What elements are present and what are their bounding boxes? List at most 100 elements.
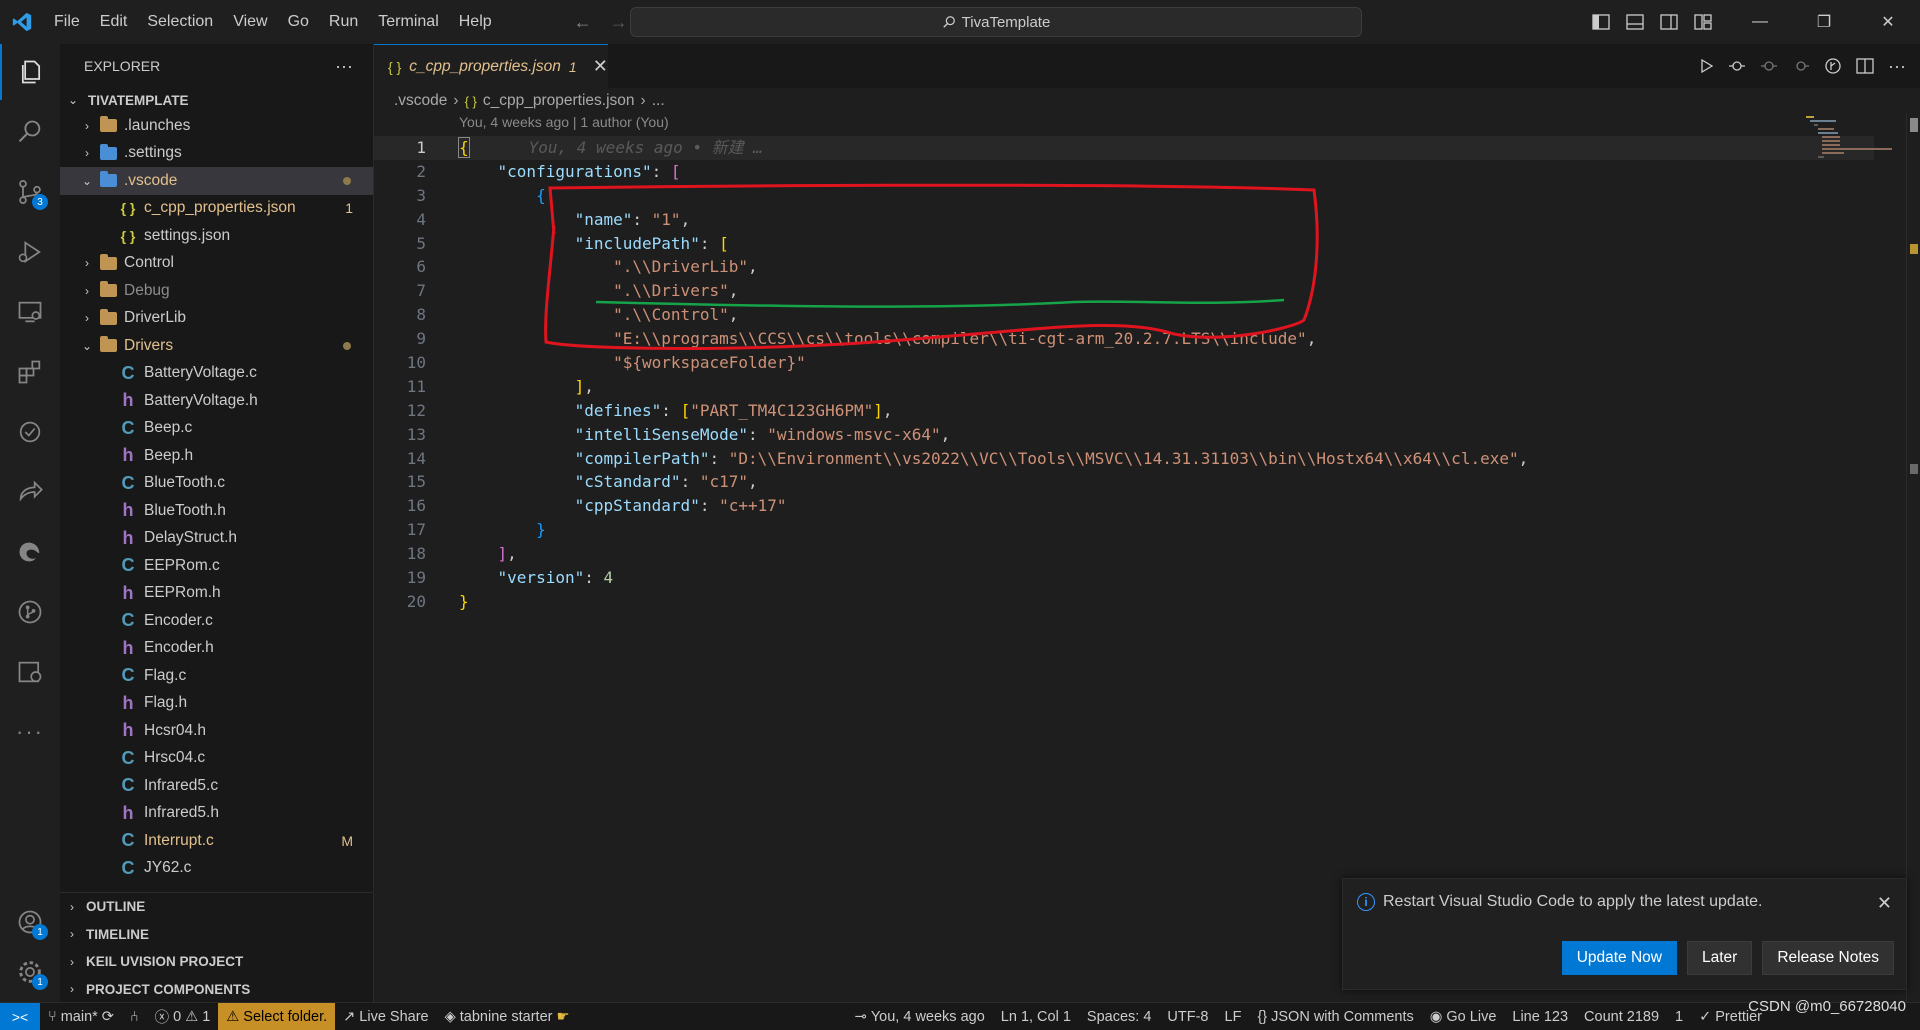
tree-item[interactable]: C Interrupt.c M — [60, 827, 373, 855]
tree-item[interactable]: { } settings.json — [60, 222, 373, 250]
tree-item[interactable]: ⌄ .vscode — [60, 167, 373, 195]
toggle-panel-icon[interactable] — [1626, 14, 1660, 30]
git-history-icon[interactable] — [1824, 57, 1842, 75]
tree-item[interactable]: C Encoder.c — [60, 607, 373, 635]
later-button[interactable]: Later — [1686, 941, 1753, 975]
blame-status[interactable]: ⊸ You, 4 weeks ago — [847, 1003, 993, 1030]
git-graph-icon[interactable] — [0, 584, 60, 640]
code-line[interactable]: 20} — [374, 590, 1874, 614]
search-view-icon[interactable] — [0, 104, 60, 160]
vertical-scrollbar[interactable] — [1906, 114, 1920, 1002]
testing-icon[interactable] — [0, 404, 60, 460]
code-line[interactable]: 19 "version": 4 — [374, 566, 1874, 590]
indentation[interactable]: Spaces: 4 — [1079, 1003, 1160, 1030]
tree-item[interactable]: h BlueTooth.h — [60, 497, 373, 525]
tree-item[interactable]: C BatteryVoltage.c — [60, 360, 373, 388]
select-folder-item[interactable]: ⚠ Select folder. — [218, 1002, 336, 1030]
tree-item[interactable]: C Beep.c — [60, 415, 373, 443]
more-views-icon[interactable]: ··· — [0, 704, 60, 760]
branch-indicator[interactable]: ⑂ main* ⟳ — [40, 1003, 122, 1030]
remote-indicator[interactable]: >< — [0, 1002, 40, 1030]
encoding[interactable]: UTF-8 — [1159, 1003, 1216, 1030]
line-count[interactable]: Line 123 — [1504, 1003, 1576, 1030]
tree-item[interactable]: h Hcsr04.h — [60, 717, 373, 745]
menu-file[interactable]: File — [44, 0, 90, 44]
tree-item[interactable]: › .settings — [60, 140, 373, 168]
problems-indicator[interactable]: ⓧ 0 ⚠ 1 — [147, 1003, 219, 1030]
project-manager-icon[interactable] — [0, 644, 60, 700]
manage-gear-icon[interactable]: 1 — [0, 944, 60, 1000]
language-mode[interactable]: {} JSON with Comments — [1249, 1003, 1421, 1030]
more-actions-icon[interactable]: ··· — [1888, 56, 1906, 77]
tabnine-item[interactable]: ◈ tabnine starter ☛ — [437, 1003, 578, 1030]
tree-item[interactable]: C Flag.c — [60, 662, 373, 690]
tree-item[interactable]: h BatteryVoltage.h — [60, 387, 373, 415]
tree-item[interactable]: › Debug — [60, 277, 373, 305]
close-window-icon[interactable]: ✕ — [1856, 12, 1920, 32]
toggle-secondary-sidebar-icon[interactable] — [1660, 14, 1694, 30]
status-number[interactable]: 1 — [1667, 1003, 1691, 1030]
go-live-item[interactable]: ◉ Go Live — [1422, 1003, 1505, 1030]
title-bar: File Edit Selection View Go Run Terminal… — [0, 0, 1920, 44]
live-share-icon[interactable] — [0, 464, 60, 520]
extensions-icon[interactable] — [0, 344, 60, 400]
minimize-icon[interactable]: — — [1728, 13, 1792, 31]
section-project-components[interactable]: › PROJECT COMPONENTS — [60, 976, 374, 1004]
tree-item[interactable]: h Flag.h — [60, 690, 373, 718]
next-change-icon[interactable] — [1792, 58, 1810, 74]
close-notification-icon[interactable]: ✕ — [1877, 893, 1892, 914]
tree-item[interactable]: C Infrared5.c — [60, 772, 373, 800]
tree-item[interactable]: › Control — [60, 250, 373, 278]
menu-help[interactable]: Help — [449, 0, 502, 44]
tree-item[interactable]: h Beep.h — [60, 442, 373, 470]
menu-terminal[interactable]: Terminal — [368, 0, 448, 44]
tree-item[interactable]: › DriverLib — [60, 305, 373, 333]
minimap[interactable] — [1806, 114, 1906, 204]
tree-item[interactable]: h EEPRom.h — [60, 580, 373, 608]
release-notes-button[interactable]: Release Notes — [1762, 941, 1894, 975]
char-count[interactable]: Count 2189 — [1576, 1003, 1667, 1030]
edge-tools-icon[interactable] — [0, 524, 60, 580]
tree-item[interactable]: C EEPRom.c — [60, 552, 373, 580]
restore-icon[interactable]: ❐ — [1792, 12, 1856, 32]
tree-item[interactable]: h Encoder.h — [60, 635, 373, 663]
section-outline[interactable]: › OUTLINE — [60, 893, 374, 921]
menu-run[interactable]: Run — [319, 0, 368, 44]
git-graph-status[interactable]: ⑃ — [122, 1003, 147, 1030]
explorer-more-actions-icon[interactable]: ··· — [335, 56, 353, 77]
cursor-position[interactable]: Ln 1, Col 1 — [993, 1003, 1079, 1030]
split-editor-icon[interactable] — [1856, 58, 1874, 74]
accounts-icon[interactable]: 1 — [0, 894, 60, 950]
tree-item-label: BlueTooth.h — [144, 501, 226, 519]
tree-item[interactable]: C BlueTooth.c — [60, 470, 373, 498]
back-arrow-icon[interactable]: ← — [574, 12, 592, 33]
section-keil-uvision-project[interactable]: › KEIL UVISION PROJECT — [60, 948, 374, 976]
forward-arrow-icon[interactable]: → — [610, 12, 628, 33]
tree-item[interactable]: C Hrsc04.c — [60, 745, 373, 773]
live-share-item[interactable]: ↗ Live Share — [335, 1003, 436, 1030]
tree-item[interactable]: h DelayStruct.h — [60, 525, 373, 553]
remote-explorer-icon[interactable] — [0, 284, 60, 340]
menu-view[interactable]: View — [223, 0, 277, 44]
broadcast-icon: ◉ — [1429, 1009, 1443, 1025]
tree-item[interactable]: h Infrared5.h — [60, 800, 373, 828]
source-control-icon[interactable]: 3 — [0, 164, 60, 220]
customize-layout-icon[interactable] — [1694, 14, 1728, 30]
project-root-header[interactable]: ⌄ TIVATEMPLATE — [60, 88, 373, 112]
run-debug-icon[interactable] — [0, 224, 60, 280]
tree-item[interactable]: { } c_cpp_properties.json 1 — [60, 195, 373, 223]
menu-edit[interactable]: Edit — [90, 0, 138, 44]
end-of-line[interactable]: LF — [1217, 1003, 1250, 1030]
command-center-search[interactable]: TivaTemplate — [630, 7, 1362, 37]
menu-go[interactable]: Go — [278, 0, 319, 44]
explorer-icon[interactable] — [0, 44, 60, 100]
toggle-primary-sidebar-icon[interactable] — [1592, 14, 1626, 30]
update-now-button[interactable]: Update Now — [1561, 941, 1677, 975]
code-line[interactable]: 18 ], — [374, 542, 1874, 566]
tree-item[interactable]: ⌄ Drivers — [60, 332, 373, 360]
menu-selection[interactable]: Selection — [137, 0, 223, 44]
code-line[interactable]: 17 } — [374, 518, 1874, 542]
section-timeline[interactable]: › TIMELINE — [60, 921, 374, 949]
tree-item[interactable]: › .launches — [60, 112, 373, 140]
tree-item[interactable]: C JY62.c — [60, 855, 373, 883]
